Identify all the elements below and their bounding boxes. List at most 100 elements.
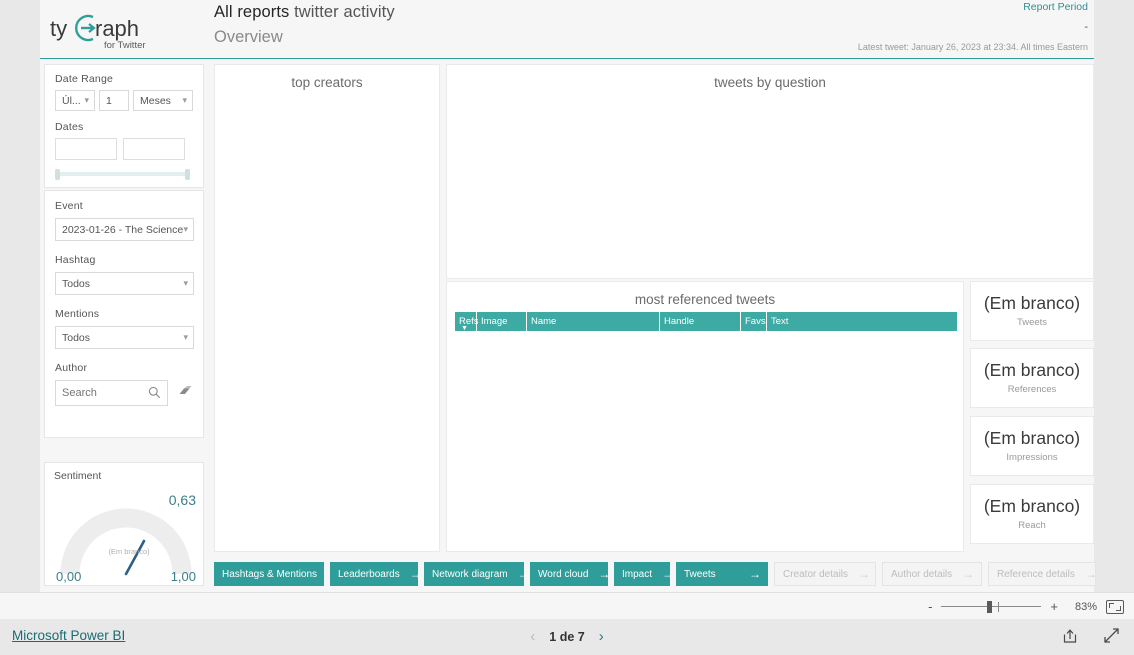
date-to-input[interactable] [123,138,185,160]
page-title: All reports twitter activity [214,3,395,22]
kpi-value: (Em branco) [983,428,1081,449]
nav-button-label: Word cloud [538,568,589,580]
event-select[interactable]: 2023-01-26 - The Science ... ▾ [55,218,194,241]
eraser-icon[interactable] [178,384,193,402]
report-header: ty raph for Twitter All reports twitter … [40,0,1094,59]
top-creators-title: top creators [291,75,363,90]
zoom-in-button[interactable]: + [1050,600,1058,613]
dates-label: Dates [55,121,84,133]
sentiment-value: 0,63 [168,492,196,508]
date-range-unit-select[interactable]: Meses ▾ [133,90,193,111]
kpi-card-references[interactable]: (Em branco) References [970,348,1094,408]
nav-button-word-cloud[interactable]: Word cloud → [530,562,610,586]
table-header-row: Refs ▼ Image Name Handle Favs Text [455,312,957,332]
fullscreen-icon[interactable] [1103,627,1120,649]
report-title-block: All reports twitter activity Overview [214,3,395,47]
nav-button-creator-details: Creator details → [774,562,876,586]
zoom-slider-thumb[interactable] [987,600,993,613]
sentiment-blank-label: (Em branco) [108,547,150,556]
chevron-right-icon[interactable]: › [599,628,604,645]
mentions-label: Mentions [55,308,100,320]
svg-text:for Twitter: for Twitter [104,40,146,51]
arrow-right-icon: → [962,567,975,581]
zoom-bar: - + 83% [0,592,1134,619]
most-referenced-tweets-title: most referenced tweets [634,292,776,307]
kpi-value: (Em branco) [983,293,1081,314]
report-title-light: twitter activity [294,3,395,21]
kpi-label: Impressions [1006,451,1058,463]
tweets-by-question-visual[interactable]: tweets by question [446,64,1094,279]
dates-range-inputs [55,138,193,160]
zoom-controls: - + 83% [928,593,1124,620]
date-from-input[interactable] [55,138,117,160]
zoom-out-button[interactable]: - [928,600,932,613]
zoom-slider[interactable] [941,600,1042,613]
nav-button-impact[interactable]: Impact → [614,562,674,586]
author-label: Author [55,362,88,374]
table-column-header[interactable]: Refs ▼ [455,312,479,332]
sentiment-min: 0,00 [56,569,82,584]
chevron-left-icon[interactable]: ‹ [530,628,535,645]
slider-track-bar [57,172,188,176]
hashtag-select[interactable]: Todos ▾ [55,272,194,295]
date-range-count-value: 1 [106,94,112,107]
share-icon[interactable] [1062,628,1078,649]
kpi-label: References [1007,383,1057,395]
kpi-value: (Em branco) [983,360,1081,381]
date-range-mode-select[interactable]: Úl... ▾ [55,90,95,111]
most-referenced-tweets-visual[interactable]: most referenced tweets Refs ▼ Image Name Han… [446,281,964,552]
date-range-mode-value: Úl... [62,94,81,107]
kpi-card-tweets[interactable]: (Em branco) Tweets [970,281,1094,341]
fit-to-page-icon[interactable] [1106,599,1124,614]
arrow-right-icon: → [409,567,422,581]
chevron-down-icon: ▾ [183,278,188,288]
report-title-bold: All reports [214,3,290,21]
zoom-slider-tick [998,601,1000,612]
slider-handle-right[interactable] [185,169,190,180]
nav-button-label: Leaderboards [338,568,400,580]
nav-button-label: Tweets [684,568,716,580]
tweets-by-question-title: tweets by question [714,75,826,90]
mentions-select[interactable]: Todos ▾ [55,326,194,349]
sort-descending-icon: ▼ [461,325,468,332]
nav-button-leaderboards[interactable]: Leaderboards → [330,562,422,586]
kpi-card-impressions[interactable]: (Em branco) Impressions [970,416,1094,476]
table-column-header[interactable]: Image [477,312,527,331]
event-label: Event [55,200,83,212]
nav-button-label: Author details [891,568,953,580]
nav-button-author-details: Author details → [882,562,982,586]
nav-button-reference-details: Reference details → [988,562,1097,586]
table-column-header[interactable]: Text [767,312,957,331]
slider-handle-left[interactable] [55,169,60,180]
nav-button-label: Impact [622,568,653,580]
report-period-label: Report Period [1023,1,1088,13]
hashtag-label: Hashtag [55,254,96,266]
report-canvas: ty raph for Twitter All reports twitter … [40,0,1097,592]
report-footer: Microsoft Power BI ‹ 1 de 7 › [0,619,1134,655]
page-navigation-buttons: Hashtags & Mentions→Leaderboards→Network… [214,562,1097,586]
attribute-filter-panel: Event 2023-01-26 - The Science ... ▾ Has… [44,190,204,438]
nav-button-hashtags-mentions[interactable]: Hashtags & Mentions→ [214,562,339,586]
date-filter-panel: Date Range Úl... ▾ 1 Meses ▾ Dates [44,64,204,188]
report-period-value: - [1084,21,1088,33]
nav-button-tweets[interactable]: Tweets → [676,562,768,586]
chevron-down-icon: ▾ [84,95,89,105]
table-column-header[interactable]: Handle [660,312,741,331]
sentiment-max: 1,00 [170,569,196,584]
nav-button-label: Reference details [997,568,1075,580]
date-range-count-input[interactable]: 1 [99,90,129,111]
latest-tweet-timestamp: Latest tweet: January 26, 2023 at 23:34.… [857,42,1088,52]
kpi-card-reach[interactable]: (Em branco) Reach [970,484,1094,544]
table-column-label: Name [531,316,557,327]
microsoft-power-bi-link[interactable]: Microsoft Power BI [12,628,125,643]
report-subtitle: Overview [214,28,283,46]
table-column-header[interactable]: Name [527,312,660,331]
date-range-slider[interactable] [55,169,190,180]
arrow-right-icon: → [858,567,871,581]
top-creators-visual[interactable]: top creators [214,64,440,552]
nav-button-network-diagram[interactable]: Network diagram → [424,562,530,586]
svg-text:raph: raph [95,16,139,41]
table-column-header[interactable]: Favs [741,312,767,331]
search-icon [148,386,161,404]
chevron-down-icon: ▾ [182,95,187,105]
